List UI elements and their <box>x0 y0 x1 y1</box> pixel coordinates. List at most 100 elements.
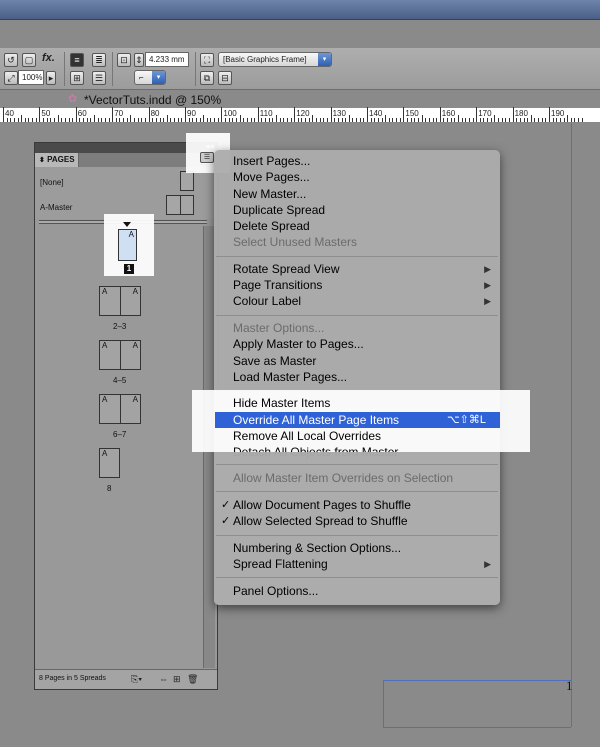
menu-item-apply-master[interactable]: Apply Master to Pages... <box>215 336 499 352</box>
menu-item-master-options: Master Options... <box>233 321 325 335</box>
menu-item-spread-flattening[interactable]: Spread Flattening ▶ <box>215 556 499 572</box>
ruler-minor-tick <box>53 118 55 122</box>
menu-item-numbering-section-options[interactable]: Numbering & Section Options... <box>215 540 499 556</box>
menu-item-delete-spread[interactable]: Delete Spread <box>215 218 499 234</box>
effects-button[interactable]: fx. <box>42 52 55 64</box>
menu-item-new-master[interactable]: New Master... <box>215 186 499 202</box>
ruler-minor-tick <box>334 118 336 122</box>
ruler-minor-tick <box>210 118 212 122</box>
distribute-icon[interactable]: ⊞ <box>70 71 84 85</box>
align-center-icon[interactable]: ≣ <box>92 53 106 67</box>
spread-6-7-thumbnail[interactable]: A A <box>99 394 141 424</box>
chevron-down-icon: ▾ <box>318 53 331 66</box>
spread-8-thumbnail[interactable]: A <box>99 448 120 478</box>
ruler-minor-tick <box>13 118 15 122</box>
ruler-minor-tick <box>396 118 398 122</box>
ruler-minor-tick <box>356 118 358 122</box>
ruler-minor-tick <box>541 118 543 122</box>
menu-item-label: Allow Selected Spread to Shuffle <box>233 514 408 528</box>
ruler-major-tick <box>185 107 186 122</box>
checkmark-icon: ✓ <box>221 499 231 511</box>
ruler-minor-tick <box>72 118 74 122</box>
menu-item-allow-spread-shuffle[interactable]: ✓ Allow Selected Spread to Shuffle <box>215 513 499 529</box>
page-number-marker: 1 <box>566 678 573 693</box>
zoom-arrow-icon[interactable]: ▸ <box>46 71 56 85</box>
ruler-minor-tick <box>301 118 303 122</box>
ruler-label: 160 <box>441 109 456 118</box>
align-left-icon[interactable]: ≡ <box>70 53 84 67</box>
page-frame[interactable] <box>383 680 571 728</box>
ruler-minor-tick <box>276 115 277 122</box>
menu-item-remove-local-overrides[interactable]: Remove All Local Overrides <box>215 428 499 444</box>
scale-icon[interactable]: ⤢ <box>4 71 18 85</box>
ruler-minor-tick <box>570 118 572 122</box>
master-none-label[interactable]: [None] <box>40 178 64 187</box>
ruler-minor-tick <box>64 118 66 122</box>
menu-item-load-master-pages[interactable]: Load Master Pages... <box>215 369 499 385</box>
menu-item-save-as-master[interactable]: Save as Master <box>215 353 499 369</box>
menu-item-colour-label[interactable]: Colour Label ▶ <box>215 293 499 309</box>
control-panel: ↺ ▢ fx. ⤢ 100% ▸ ≡ ≣ ⊞ ☰ ⊡ ⇕ 4.233 mm ⌐ ▾… <box>0 48 600 90</box>
submenu-arrow-icon: ▶ <box>484 280 491 290</box>
master-none-thumbnail[interactable] <box>180 171 194 191</box>
tab-pages[interactable]: ⬍ PAGES <box>35 153 79 167</box>
ruler-minor-tick <box>83 118 85 122</box>
object-style-options-icon[interactable]: ⧉ <box>200 71 214 85</box>
ruler-minor-tick <box>381 118 383 122</box>
ruler-minor-tick <box>501 118 503 122</box>
menu-item-move-pages[interactable]: Move Pages... <box>215 169 499 185</box>
ruler-minor-tick <box>505 118 507 122</box>
stroke-weight-field[interactable]: 4.233 mm <box>145 52 189 67</box>
ruler-minor-tick <box>483 118 485 122</box>
ruler-minor-tick <box>545 118 547 122</box>
ruler-minor-tick <box>414 118 416 122</box>
horizontal-ruler[interactable]: 40 50 60 70 80 90 100 110 120 130 140 150 160 170 180 1… <box>0 107 600 123</box>
document-tab[interactable]: ✿ *VectorTuts.indd @ 150% <box>0 91 600 108</box>
ruler-minor-tick <box>134 118 136 122</box>
menu-item-hide-master-items[interactable]: Hide Master Items <box>215 395 499 411</box>
stroke-stepper-icon[interactable]: ⇕ <box>134 53 144 67</box>
menu-lower-section: Allow Master Item Overrides on Selection… <box>214 452 500 605</box>
ruler-minor-tick <box>465 118 467 122</box>
ruler-minor-tick <box>432 118 434 122</box>
clear-style-icon[interactable]: ⊟ <box>218 71 232 85</box>
spread-4-5-thumbnail[interactable]: A A <box>99 340 141 370</box>
menu-item-insert-pages[interactable]: Insert Pages... <box>215 153 499 169</box>
ruler-minor-tick <box>345 118 347 122</box>
rotate-icon[interactable]: ↺ <box>4 53 18 67</box>
spread-2-3-thumbnail[interactable]: A A <box>99 286 141 316</box>
object-style-dropdown[interactable]: [Basic Graphics Frame] ▾ <box>218 52 332 67</box>
menu-separator <box>216 464 498 465</box>
master-a-thumbnail[interactable] <box>166 195 194 215</box>
menu-item-override-all-master-page-items[interactable]: Override All Master Page Items ⌥⇧⌘L <box>215 412 500 428</box>
ruler-label: 60 <box>77 109 87 118</box>
menu-item-rotate-spread-view[interactable]: Rotate Spread View ▶ <box>215 261 499 277</box>
submenu-arrow-icon: ▶ <box>484 296 491 306</box>
ruler-minor-tick <box>479 118 481 122</box>
menu-item-allow-document-shuffle[interactable]: ✓ Allow Document Pages to Shuffle <box>215 497 499 513</box>
master-a-label[interactable]: A-Master <box>40 203 72 212</box>
new-page-icon[interactable]: ⊞ <box>173 674 181 685</box>
flip-icon[interactable]: ▢ <box>22 53 36 67</box>
menu-item-duplicate-spread[interactable]: Duplicate Spread <box>215 202 499 218</box>
ruler-minor-tick <box>246 118 248 122</box>
distribute-horizontal-icon[interactable]: ☰ <box>92 71 106 85</box>
zoom-field[interactable]: 100% <box>18 70 44 85</box>
masters-section: [None] A-Master <box>35 167 217 219</box>
ruler-minor-tick <box>374 118 376 122</box>
page-size-icon[interactable]: ⎘▾ <box>131 674 142 685</box>
menu-item-label: Spread Flattening <box>233 557 328 571</box>
edit-page-size-icon[interactable]: ⇔ <box>159 674 168 684</box>
menu-item-panel-options[interactable]: Panel Options... <box>215 583 499 599</box>
menu-item-page-transitions[interactable]: Page Transitions ▶ <box>215 277 499 293</box>
delete-page-icon[interactable]: 🗑 <box>187 674 198 685</box>
ruler-minor-tick <box>552 118 554 122</box>
ruler-minor-tick <box>538 118 540 122</box>
stroke-type-dropdown[interactable]: ⌐ ▾ <box>134 70 166 85</box>
ruler-minor-tick <box>490 118 492 122</box>
ruler-minor-tick <box>28 118 30 122</box>
ruler-minor-tick <box>94 115 95 122</box>
panel-menu-icon[interactable]: ☰ <box>200 152 214 163</box>
ruler-minor-tick <box>348 115 350 122</box>
page-1-thumbnail[interactable]: A <box>118 229 137 261</box>
